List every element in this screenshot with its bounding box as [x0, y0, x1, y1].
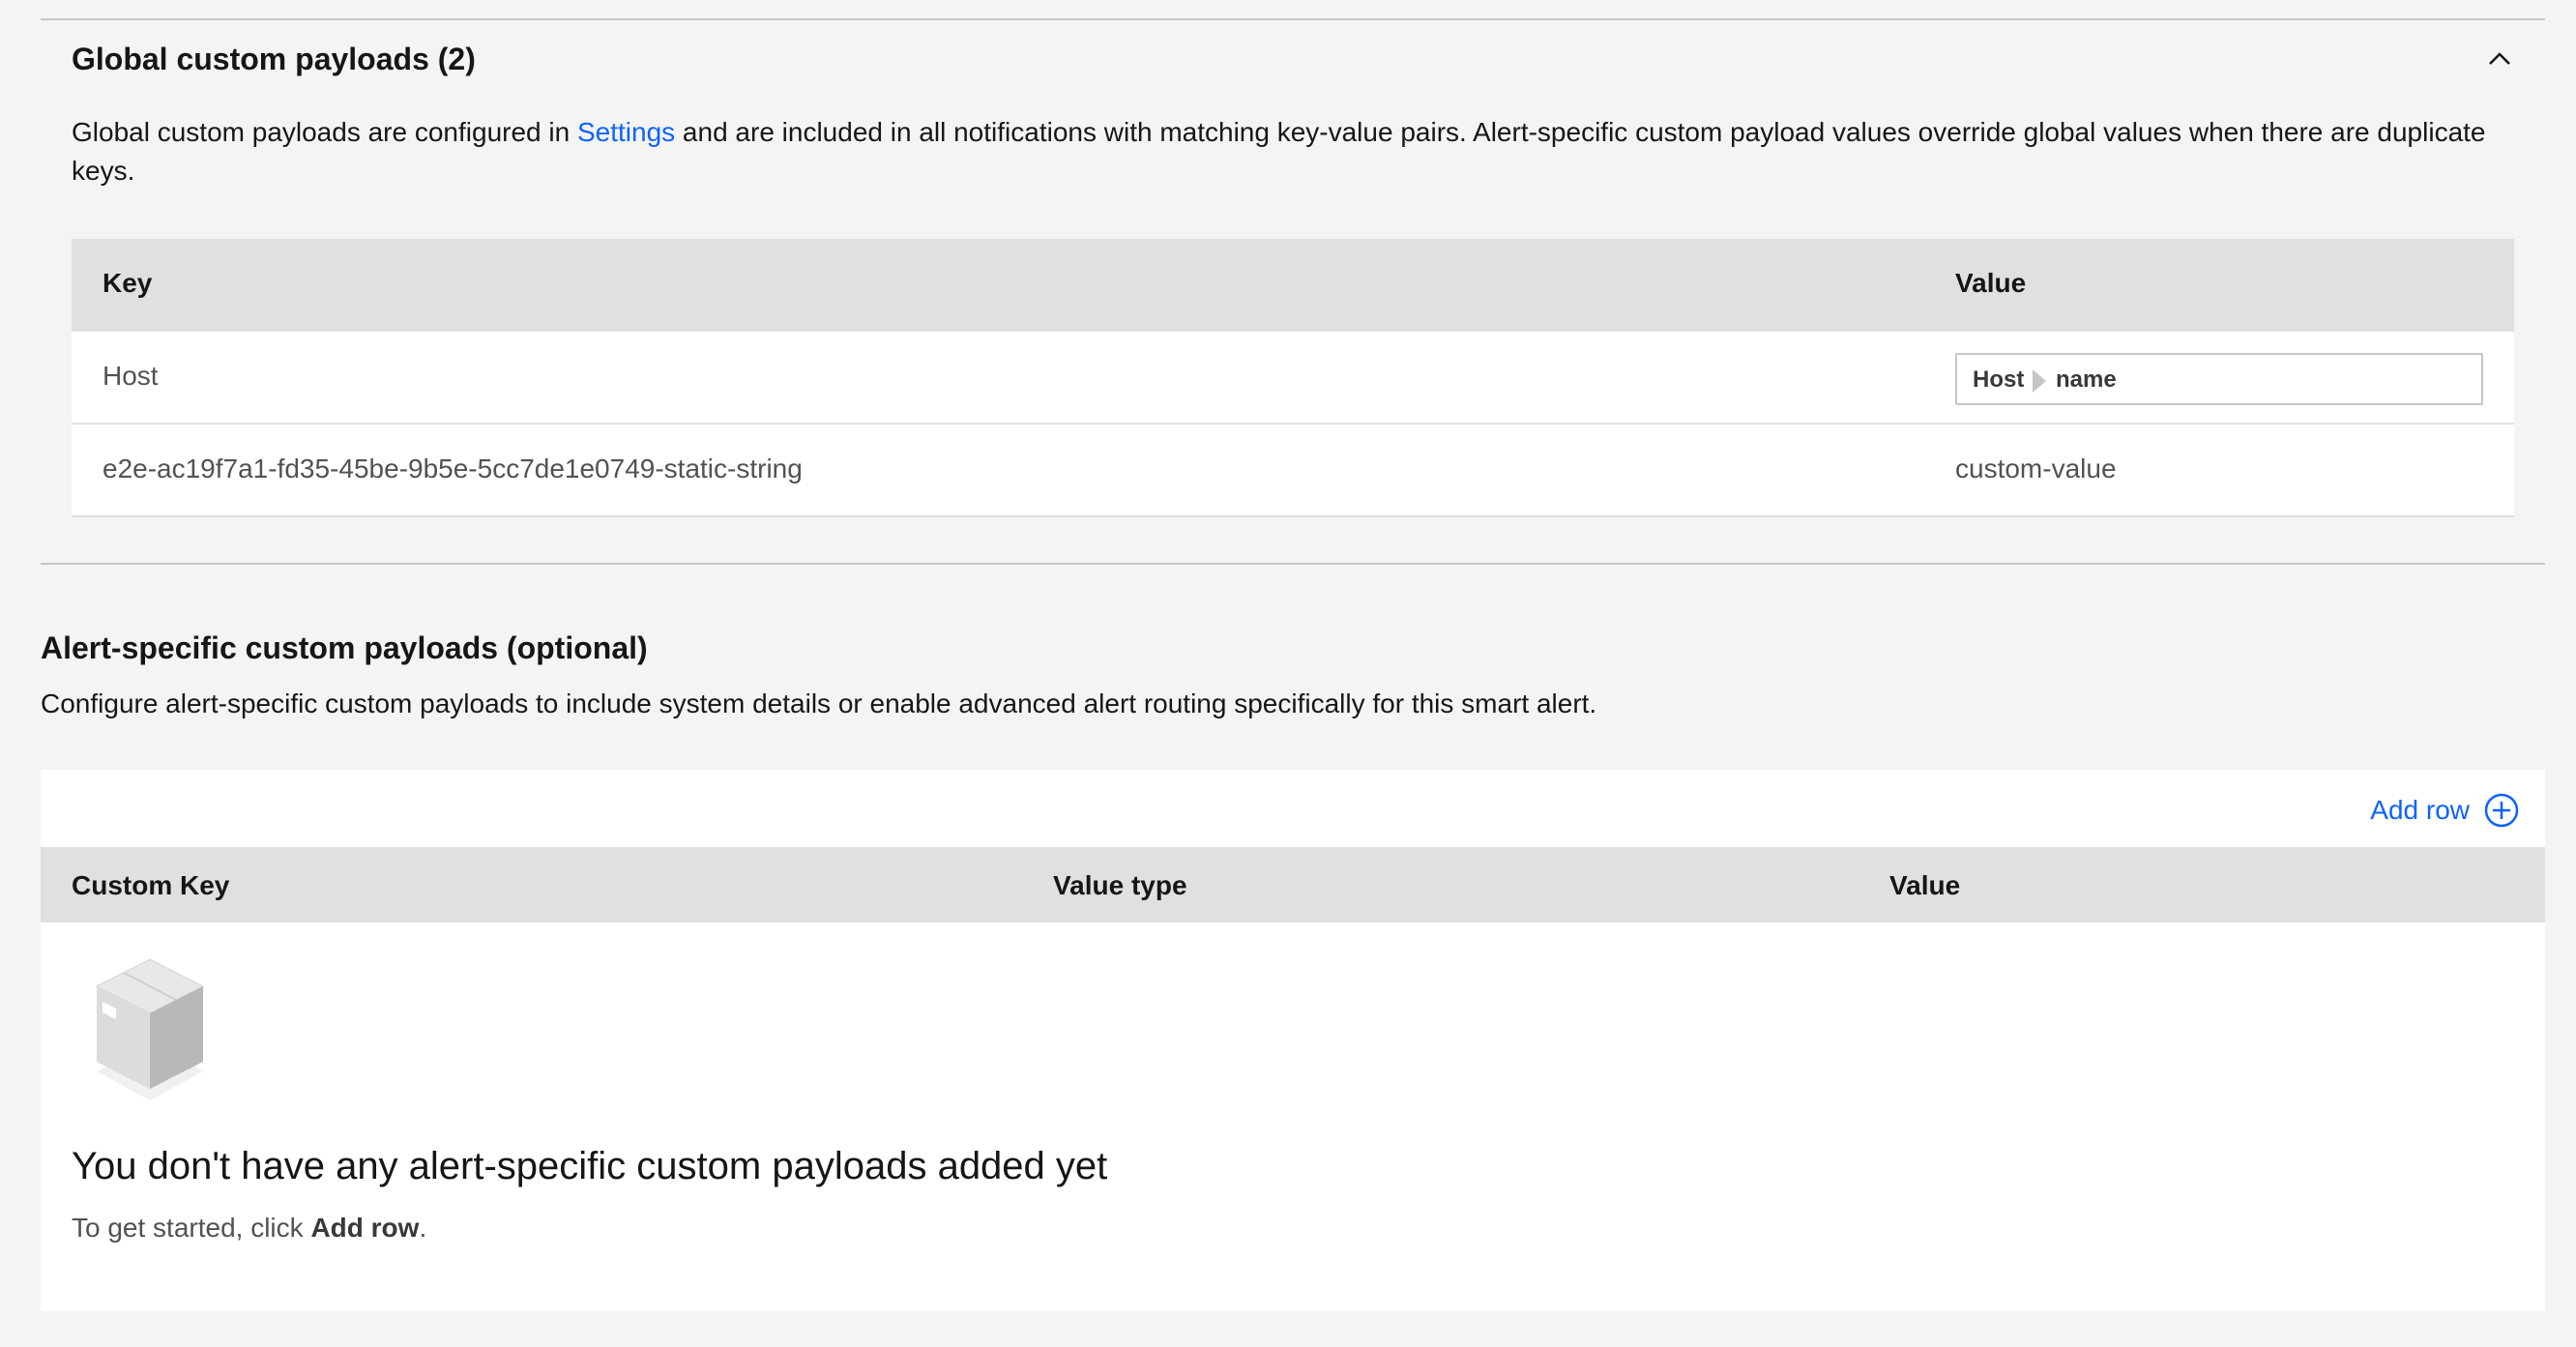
- global-payloads-description: Global custom payloads are configured in…: [72, 117, 2486, 186]
- path-segment: Host: [1973, 366, 2025, 393]
- row-key: Host: [102, 361, 159, 391]
- empty-state-title: You don't have any alert-specific custom…: [72, 1145, 1108, 1187]
- page: Global custom payloads (2) Global custom…: [0, 0, 2576, 1347]
- row-key: e2e-ac19f7a1-fd35-45be-9b5e-5cc7de1e0749…: [102, 454, 803, 483]
- alert-payloads-table: Add row Custom Key Value type Value You …: [41, 770, 2545, 1311]
- global-payloads-accordion: Global custom payloads (2) Global custom…: [41, 18, 2545, 565]
- global-payloads-table: Key Value Host Host name e2e-ac19f7a1-fd…: [72, 239, 2514, 517]
- path-segment: name: [2056, 366, 2117, 393]
- value-path-field: Host name: [1955, 353, 2483, 405]
- accordion-header[interactable]: Global custom payloads (2): [41, 20, 2545, 102]
- empty-state-action-text: Add row: [310, 1213, 420, 1243]
- column-header-value: Value: [1889, 870, 1961, 900]
- table-header: Key Value: [72, 239, 2514, 332]
- table-header: Custom Key Value type Value: [41, 847, 2545, 922]
- accordion-title: Global custom payloads (2): [72, 42, 476, 76]
- box-icon: [95, 958, 205, 1100]
- column-header-value: Value: [1955, 268, 2027, 298]
- add-row-label: Add row: [2370, 795, 2470, 825]
- column-header-value-type: Value type: [1053, 870, 1187, 900]
- caret-right-icon: [2033, 369, 2046, 393]
- table-row: Host Host name: [72, 332, 2514, 425]
- alert-payloads-description: Configure alert-specific custom payloads…: [41, 688, 1597, 718]
- table-row: e2e-ac19f7a1-fd35-45be-9b5e-5cc7de1e0749…: [72, 425, 2514, 517]
- row-value: custom-value: [1955, 454, 2117, 483]
- add-circle-icon: [2484, 793, 2519, 828]
- settings-link[interactable]: Settings: [577, 117, 675, 147]
- empty-state-subtitle: To get started, click Add row.: [72, 1213, 427, 1243]
- chevron-up-icon[interactable]: [2487, 49, 2512, 69]
- add-row-button[interactable]: Add row: [2370, 791, 2520, 830]
- column-header-key: Key: [102, 268, 153, 298]
- column-header-custom-key: Custom Key: [72, 870, 230, 900]
- alert-payloads-title: Alert-specific custom payloads (optional…: [41, 630, 648, 665]
